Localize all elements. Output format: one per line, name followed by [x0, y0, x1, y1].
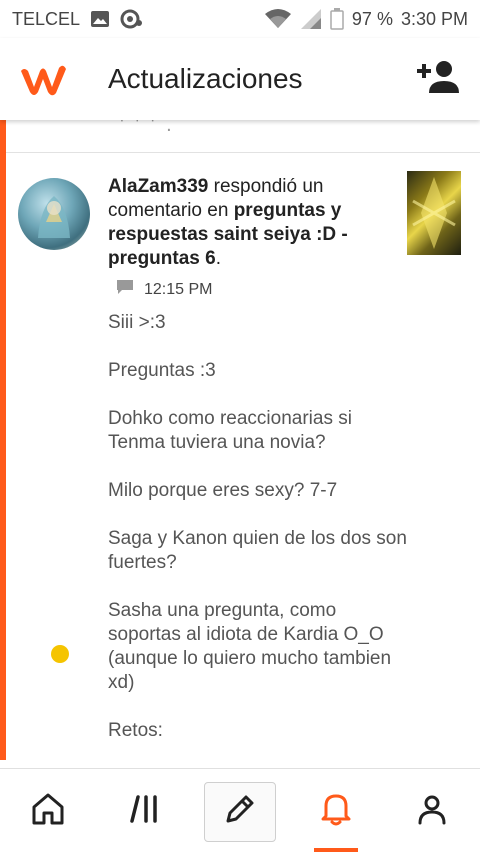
nav-profile[interactable]: [396, 782, 468, 842]
status-bar: TELCEL 97 % 3:30 PM: [0, 0, 480, 38]
comment-icon: [116, 279, 134, 300]
comment-line: Saga y Kanon quien de los dos son fuerte…: [108, 528, 407, 573]
comment-line: Dohko como reaccionarias si Tenma tuvier…: [108, 408, 352, 453]
page-title: Actualizaciones: [108, 63, 303, 94]
app-bar: Actualizaciones: [0, 38, 480, 120]
comment-line: Preguntas :3: [108, 360, 216, 381]
signal-icon: [300, 8, 322, 30]
status-right: 97 % 3:30 PM: [264, 8, 468, 30]
profile-icon: [414, 791, 450, 832]
username-link[interactable]: AlaZam339: [108, 176, 208, 197]
notification-text: AlaZam339 respondió un comentario en pre…: [108, 175, 398, 271]
wattpad-logo-icon[interactable]: [18, 59, 68, 99]
comment-line: Milo porque eres sexy? 7-7: [108, 480, 338, 501]
library-icon: [126, 791, 162, 832]
nav-notifications[interactable]: [300, 782, 372, 852]
comment-line: Siii >:3: [108, 312, 166, 333]
add-user-icon: [417, 59, 459, 100]
avatar[interactable]: [18, 178, 90, 250]
sync-icon: [120, 9, 144, 29]
home-icon: [30, 791, 66, 832]
nav-library[interactable]: [108, 782, 180, 842]
previous-item-peek: ' ' ' .: [120, 120, 175, 136]
nav-write[interactable]: [204, 781, 276, 842]
active-tab-indicator: [314, 847, 358, 852]
notification-item[interactable]: AlaZam339 respondió un comentario en pre…: [0, 153, 480, 768]
battery-percent: 97 %: [351, 8, 393, 29]
story-cover-thumbnail[interactable]: [407, 171, 461, 255]
comment-body: Siii >:3 Preguntas :3 Dohko como reaccio…: [108, 311, 408, 767]
notification-meta: 12:15 PM: [116, 279, 212, 300]
nav-home[interactable]: [12, 782, 84, 842]
unread-indicator-dot: [51, 645, 69, 663]
comment-line: Sasha una pregunta, como soportas al idi…: [108, 600, 392, 693]
write-icon: [222, 791, 258, 832]
add-user-button[interactable]: [414, 55, 462, 103]
notifications-icon: [318, 790, 354, 833]
sentence-end: .: [215, 248, 221, 269]
battery-icon: [330, 8, 344, 30]
clock: 3:30 PM: [400, 8, 468, 29]
carrier-label: TELCEL: [12, 8, 81, 29]
status-left: TELCEL: [12, 9, 264, 30]
wifi-icon: [264, 8, 292, 30]
comment-line: Retos:: [108, 720, 163, 741]
bottom-navigation: [0, 768, 480, 854]
notification-list[interactable]: ' ' ' . AlaZam339 respondió un comentari…: [0, 120, 480, 768]
gallery-icon: [90, 10, 110, 28]
notification-time: 12:15 PM: [144, 280, 213, 298]
